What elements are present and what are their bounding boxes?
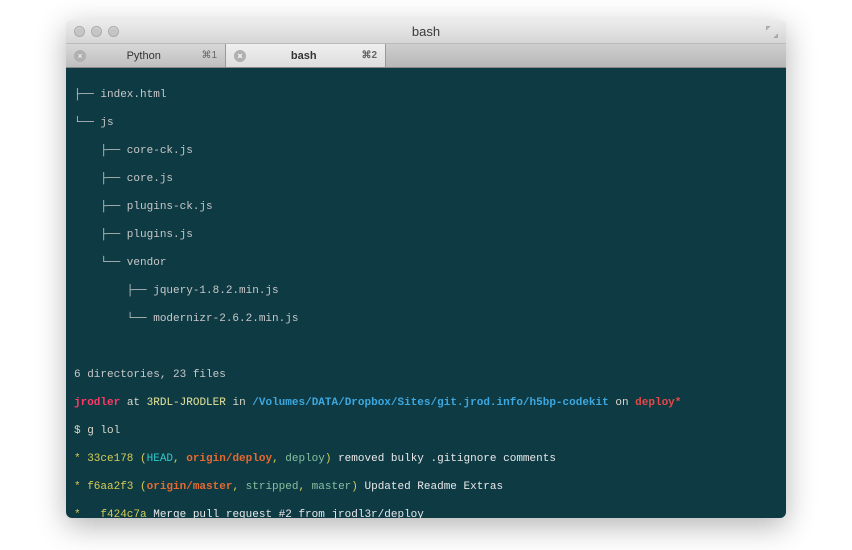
close-window-button[interactable] — [74, 26, 85, 37]
tab-bar: × Python ⌘1 × bash ⌘2 — [66, 44, 786, 68]
tree-line: ├── index.html — [74, 88, 778, 102]
prompt-line: jrodler at 3RDL-JRODLER in /Volumes/DATA… — [74, 396, 778, 410]
log-line: * 33ce178 (HEAD, origin/deploy, deploy) … — [74, 452, 778, 466]
tree-line: ├── plugins.js — [74, 228, 778, 242]
close-tab-icon[interactable]: × — [234, 50, 246, 62]
close-tab-icon[interactable]: × — [74, 50, 86, 62]
tab-bash[interactable]: × bash ⌘2 — [226, 44, 386, 67]
blank-line — [74, 340, 778, 354]
log-line: * f6aa2f3 (origin/master, stripped, mast… — [74, 480, 778, 494]
tree-line: ├── core.js — [74, 172, 778, 186]
window-title: bash — [412, 24, 440, 39]
terminal-window: bash × Python ⌘1 × bash ⌘2 ├── index.htm… — [66, 20, 786, 518]
log-line: * f424c7a Merge pull request #2 from jro… — [74, 508, 778, 518]
zoom-window-button[interactable] — [108, 26, 119, 37]
tab-python[interactable]: × Python ⌘1 — [66, 44, 226, 67]
tree-line: ├── plugins-ck.js — [74, 200, 778, 214]
tree-line: └── js — [74, 116, 778, 130]
tree-line: ├── jquery-1.8.2.min.js — [74, 284, 778, 298]
tree-line: └── vendor — [74, 256, 778, 270]
tree-summary: 6 directories, 23 files — [74, 368, 778, 382]
titlebar[interactable]: bash — [66, 20, 786, 44]
command-line: $ g lol — [74, 424, 778, 438]
tab-label: Python — [92, 50, 195, 62]
tree-line: ├── core-ck.js — [74, 144, 778, 158]
tab-shortcut: ⌘1 — [201, 50, 217, 61]
tab-label: bash — [252, 50, 355, 62]
minimize-window-button[interactable] — [91, 26, 102, 37]
tab-shortcut: ⌘2 — [361, 50, 377, 61]
fullscreen-icon[interactable] — [766, 26, 778, 38]
traffic-lights — [74, 26, 119, 37]
terminal-body[interactable]: ├── index.html └── js ├── core-ck.js ├──… — [66, 68, 786, 518]
tree-line: └── modernizr-2.6.2.min.js — [74, 312, 778, 326]
